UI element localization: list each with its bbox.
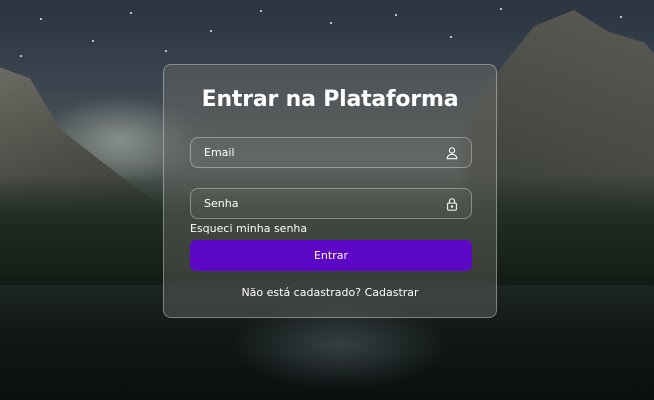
register-prompt-text: Não está cadastrado? (241, 286, 362, 299)
login-card: Entrar na Plataforma Esqueci minha senha… (163, 64, 497, 318)
register-prompt: Não está cadastrado? Cadastrar (164, 286, 496, 299)
login-button[interactable]: Entrar (190, 240, 472, 271)
register-link[interactable]: Cadastrar (365, 286, 419, 299)
page-title: Entrar na Plataforma (201, 87, 459, 112)
password-input[interactable] (191, 189, 471, 218)
lock-icon (447, 198, 457, 211)
password-field-wrapper (190, 188, 472, 219)
user-icon (446, 147, 458, 160)
email-field-wrapper (190, 137, 472, 168)
forgot-password-link[interactable]: Esqueci minha senha (190, 222, 307, 235)
email-input[interactable] (191, 138, 471, 167)
